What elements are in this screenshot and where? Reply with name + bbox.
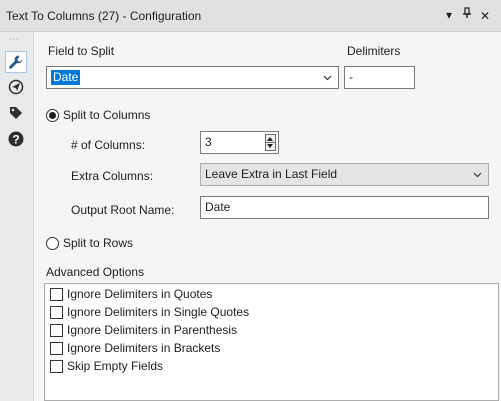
- title-bar: Text To Columns (27) - Configuration ▾ ✕: [0, 0, 501, 32]
- pin-icon: [463, 7, 471, 18]
- navigator-icon: [8, 79, 24, 95]
- radio-button-unchecked: [46, 236, 59, 250]
- field-to-split-dropdown[interactable]: Date: [46, 66, 339, 89]
- checkbox-label: Ignore Delimiters in Brackets: [67, 341, 221, 355]
- window-title: Text To Columns (27) - Configuration: [6, 9, 202, 23]
- radio-dot: [49, 111, 56, 119]
- sidebar-item-help[interactable]: ?: [5, 128, 27, 150]
- spin-buttons: [265, 134, 276, 151]
- spin-up-button[interactable]: [266, 135, 275, 143]
- chevron-down-icon: [323, 75, 332, 81]
- pin-button[interactable]: [462, 7, 472, 23]
- spin-down-button[interactable]: [266, 143, 275, 151]
- checkbox-label: Ignore Delimiters in Quotes: [67, 287, 213, 301]
- num-columns-value: 3: [205, 135, 212, 149]
- sidebar-item-configuration[interactable]: [5, 51, 27, 73]
- sidebar: ⋯ ?: [0, 32, 34, 401]
- sidebar-item-tag[interactable]: [5, 102, 27, 124]
- split-to-rows-label: Split to Rows: [63, 236, 134, 250]
- advanced-options-label: Advanced Options: [46, 265, 145, 279]
- num-columns-stepper[interactable]: 3: [200, 131, 279, 154]
- split-to-columns-label: Split to Columns: [63, 108, 151, 122]
- radio-button-checked: [46, 108, 59, 122]
- sidebar-item-annotation[interactable]: [5, 76, 27, 98]
- advanced-options-list: Ignore Delimiters in Quotes Ignore Delim…: [44, 283, 499, 401]
- wrench-icon: [9, 55, 23, 69]
- extra-columns-dropdown[interactable]: Leave Extra in Last Field: [200, 163, 489, 186]
- ignore-delimiters-brackets-checkbox[interactable]: Ignore Delimiters in Brackets: [50, 341, 220, 355]
- tag-icon: [10, 107, 22, 119]
- checkbox-box: [50, 359, 63, 373]
- configuration-panel: Field to Split Date Delimiters - Split t…: [34, 32, 501, 401]
- ignore-delimiters-quotes-checkbox[interactable]: Ignore Delimiters in Quotes: [50, 287, 212, 301]
- checkbox-label: Skip Empty Fields: [67, 359, 164, 373]
- split-to-columns-radio[interactable]: Split to Columns: [46, 108, 150, 122]
- sidebar-grip: ⋯: [9, 34, 20, 45]
- split-to-rows-radio[interactable]: Split to Rows: [46, 236, 133, 250]
- chevron-down-icon: [473, 172, 482, 178]
- extra-columns-value: Leave Extra in Last Field: [205, 167, 338, 181]
- checkbox-box: [50, 287, 63, 301]
- skip-empty-fields-checkbox[interactable]: Skip Empty Fields: [50, 359, 163, 373]
- ignore-delimiters-single-quotes-checkbox[interactable]: Ignore Delimiters in Single Quotes: [50, 305, 249, 319]
- caret-down-icon: [267, 144, 273, 148]
- checkbox-box: [50, 323, 63, 337]
- delimiters-label: Delimiters: [347, 44, 401, 58]
- checkbox-box: [50, 305, 63, 319]
- field-to-split-label: Field to Split: [48, 44, 115, 58]
- dropdown-button[interactable]: ▾: [446, 7, 452, 23]
- ignore-delimiters-parenthesis-checkbox[interactable]: Ignore Delimiters in Parenthesis: [50, 323, 237, 337]
- caret-up-icon: [267, 137, 273, 141]
- checkbox-label: Ignore Delimiters in Single Quotes: [67, 305, 250, 319]
- output-root-name-input[interactable]: Date: [200, 196, 489, 219]
- checkbox-box: [50, 341, 63, 355]
- svg-text:?: ?: [12, 133, 19, 147]
- extra-columns-label: Extra Columns:: [71, 169, 154, 183]
- num-columns-label: # of Columns:: [71, 138, 146, 152]
- checkbox-label: Ignore Delimiters in Parenthesis: [67, 323, 238, 337]
- field-to-split-value: Date: [51, 70, 81, 85]
- delimiters-input[interactable]: -: [344, 66, 415, 89]
- output-root-name-label: Output Root Name:: [71, 203, 175, 217]
- help-icon: ?: [8, 131, 24, 147]
- close-button[interactable]: ✕: [480, 8, 490, 24]
